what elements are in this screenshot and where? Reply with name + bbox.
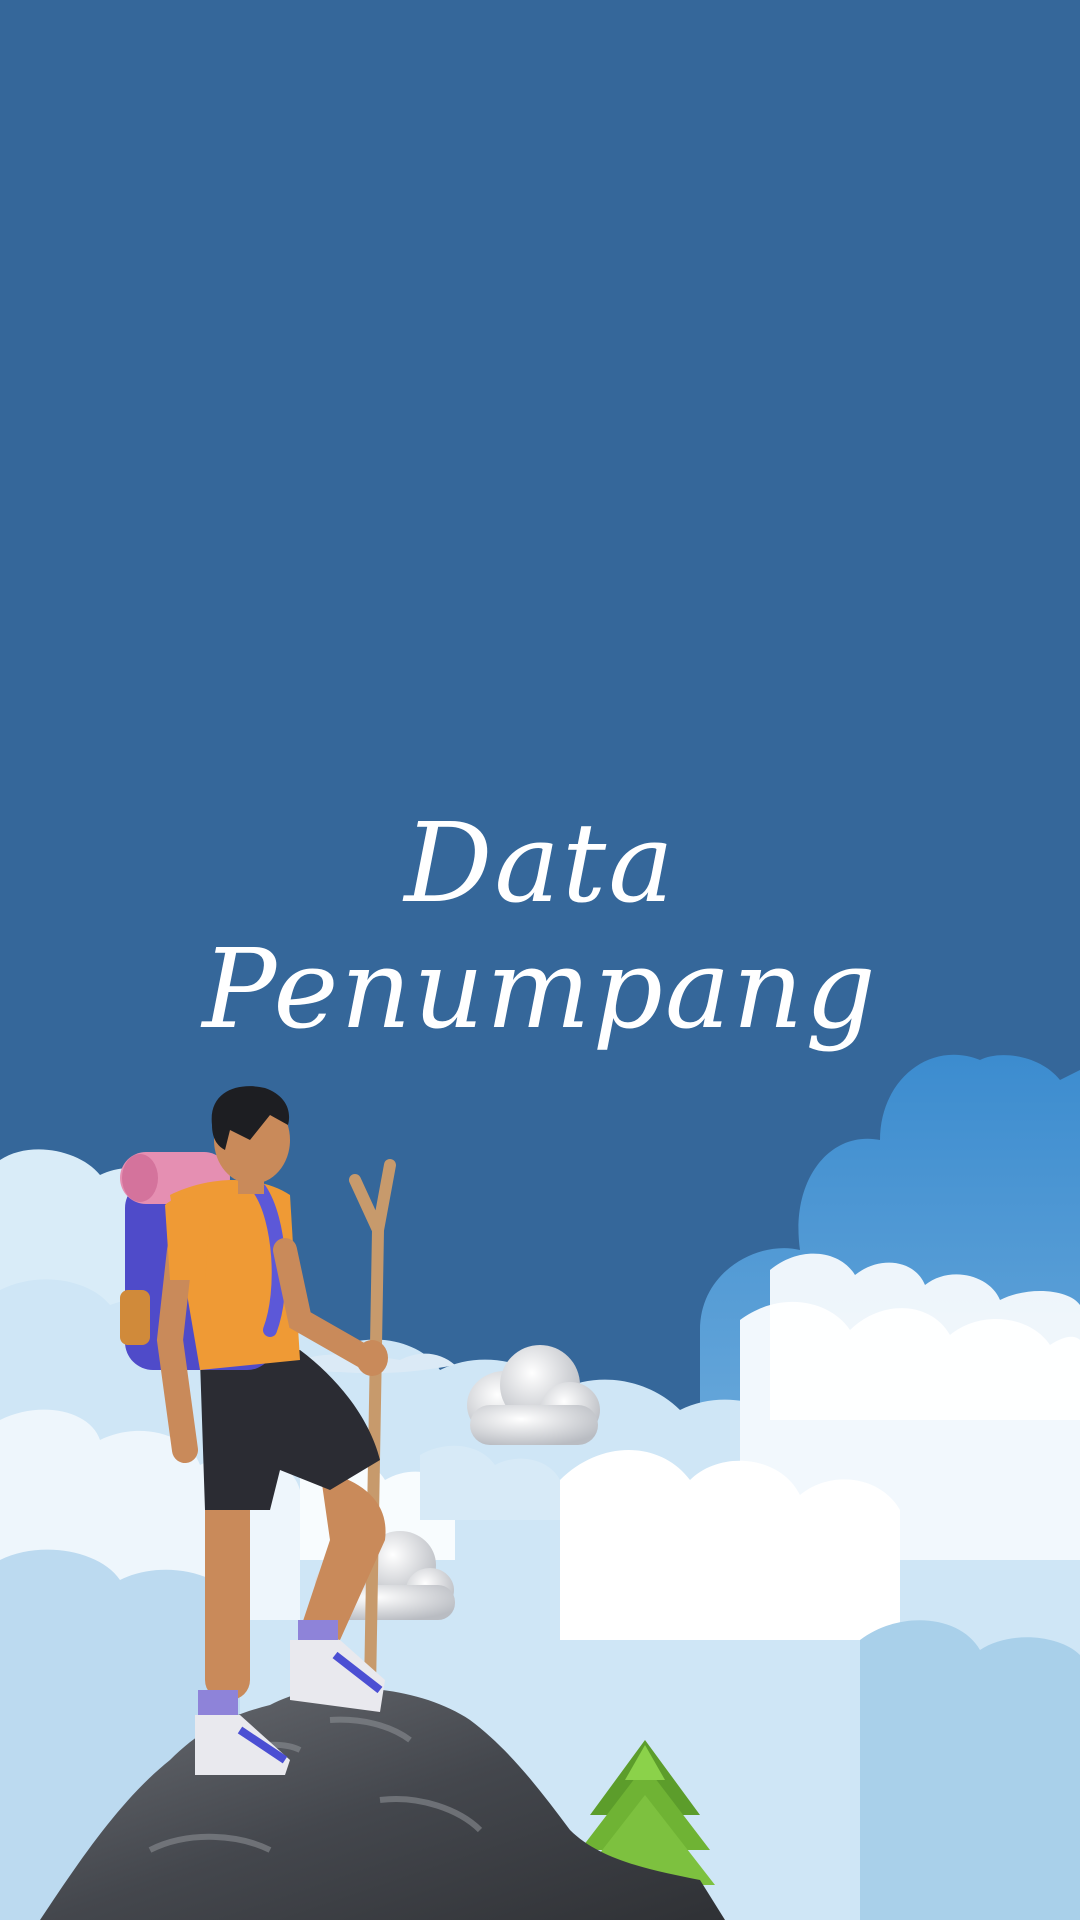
page-title: Data Penumpang [0,800,1080,1052]
splash-screen: Data Penumpang [0,0,1080,1920]
title-line-1: Data [404,799,676,927]
title-line-2: Penumpang [202,925,878,1053]
